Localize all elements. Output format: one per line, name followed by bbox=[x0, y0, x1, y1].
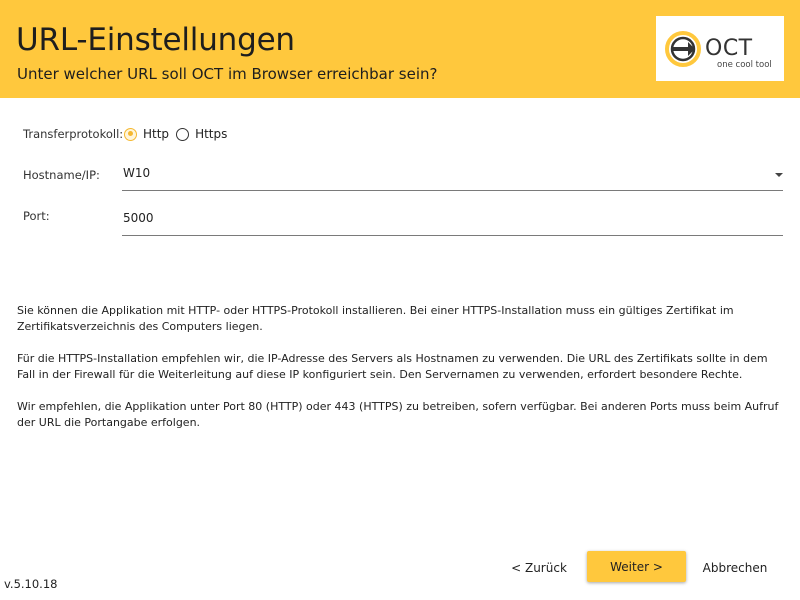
oct-logo: OCT one cool tool bbox=[656, 16, 784, 81]
radio-http[interactable]: Http bbox=[124, 127, 169, 141]
info-paragraph-port: Wir empfehlen, die Applikation unter Por… bbox=[17, 400, 779, 429]
radio-https-indicator bbox=[176, 127, 190, 141]
info-paragraph-https: Für die HTTPS-Installation empfehlen wir… bbox=[17, 352, 768, 381]
port-value: 5000 bbox=[123, 211, 154, 225]
radio-https[interactable]: Https bbox=[176, 127, 227, 141]
logo-tagline: one cool tool bbox=[717, 60, 772, 70]
hostname-value: W10 bbox=[123, 166, 151, 180]
version-label: v.5.10.18 bbox=[4, 577, 58, 591]
page-subtitle: Unter welcher URL soll OCT im Browser er… bbox=[17, 65, 438, 83]
back-button[interactable]: < Zurück bbox=[506, 553, 572, 583]
protocol-label: Transferprotokoll: bbox=[23, 127, 124, 141]
radio-http-indicator bbox=[124, 127, 137, 141]
oct-logo-icon bbox=[665, 31, 701, 67]
chevron-down-icon[interactable] bbox=[775, 173, 783, 177]
cancel-button[interactable]: Abbrechen bbox=[698, 553, 772, 583]
port-input[interactable]: 5000 bbox=[122, 209, 783, 236]
page-title: URL-Einstellungen bbox=[16, 22, 295, 58]
hostname-label: Hostname/IP: bbox=[23, 168, 100, 182]
port-label: Port: bbox=[23, 209, 50, 223]
logo-name: OCT bbox=[705, 36, 753, 61]
hostname-combobox[interactable]: W10 bbox=[122, 164, 783, 191]
radio-http-label: Http bbox=[143, 127, 170, 141]
protocol-radio-group: Http Https bbox=[124, 127, 234, 141]
radio-https-label: Https bbox=[195, 127, 228, 141]
info-paragraph-certificate: Sie können die Applikation mit HTTP- ode… bbox=[17, 304, 734, 333]
next-button[interactable]: Weiter > bbox=[587, 551, 686, 582]
header-banner: URL-Einstellungen Unter welcher URL soll… bbox=[0, 0, 800, 98]
